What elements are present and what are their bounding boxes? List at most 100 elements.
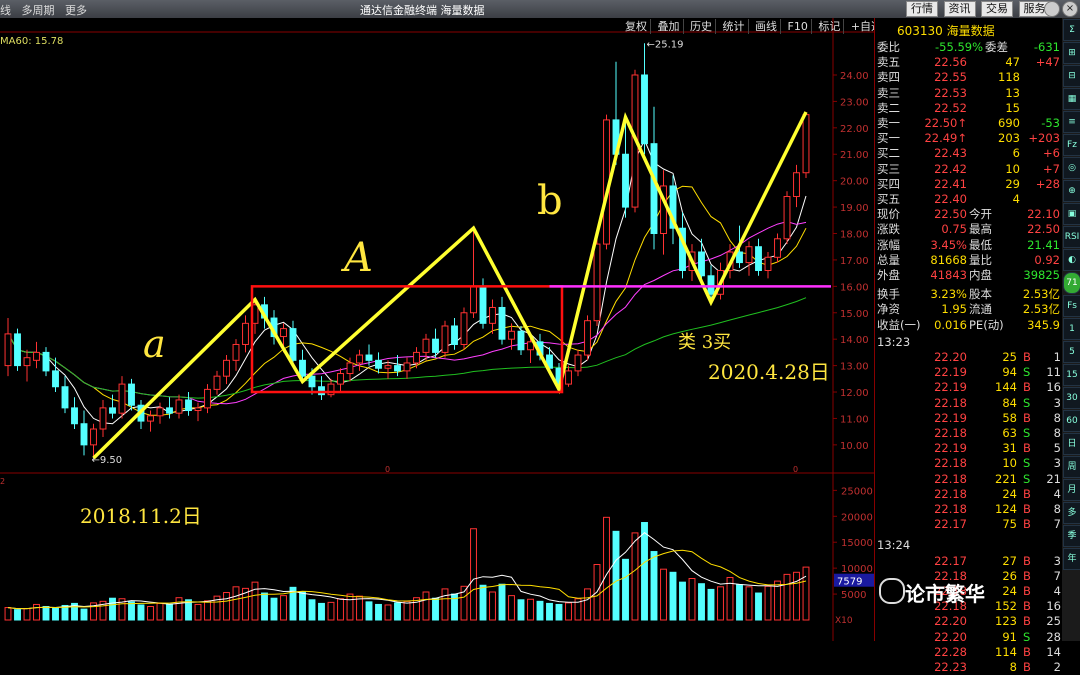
tick-row-cell: 22.19 xyxy=(934,365,967,380)
stat2-row-cell: 收益(一) xyxy=(877,317,921,332)
volume-bar xyxy=(717,586,724,621)
candle-body xyxy=(375,359,382,369)
tick-row-cell: 152 xyxy=(995,599,1017,614)
volume-bar xyxy=(356,595,363,621)
sidebar-tool-8[interactable]: ▣ xyxy=(1063,203,1080,225)
sidebar-tool-11[interactable]: Fs xyxy=(1063,295,1080,317)
volume-bar xyxy=(764,585,772,621)
tick-row-cell: B xyxy=(1023,568,1031,583)
sidebar-tool-15[interactable]: 30 xyxy=(1063,387,1080,409)
annot-date-2020: 2020.4.28日 xyxy=(708,360,830,384)
tick-row-cell: 22.20 xyxy=(934,629,967,644)
stat-row-cell: 39825 xyxy=(1023,268,1060,282)
sidebar-tool-22[interactable]: 年 xyxy=(1063,548,1080,570)
sidebar-tool-14[interactable]: 15 xyxy=(1063,364,1080,386)
vol-tick-label: 20000 xyxy=(841,512,873,523)
ask-row-cell: -53 xyxy=(1041,116,1060,130)
minimize-icon[interactable] xyxy=(1044,1,1060,17)
tick-row-cell: B xyxy=(1023,410,1031,425)
tick-row-cell: 14 xyxy=(1046,644,1061,659)
axis-marker: 2 xyxy=(0,477,5,486)
menu-line[interactable]: 线 xyxy=(0,4,11,17)
tick-row-cell: B xyxy=(1023,350,1031,364)
weibi-row-cell: -55.59% xyxy=(935,40,983,54)
toolbar-f10[interactable]: F10 xyxy=(785,19,812,34)
tick-row: 22.19 144 B 16 xyxy=(875,380,1063,395)
volume-bar xyxy=(33,603,40,621)
tick-row-cell: 22.20 xyxy=(934,350,967,364)
candle-body xyxy=(460,312,468,345)
tick-row-cell: 7 xyxy=(1053,517,1061,532)
volume-bar xyxy=(755,592,762,621)
bid-row-cell: 22.49↑ xyxy=(924,131,967,146)
menu-more[interactable]: 更多 xyxy=(65,4,87,17)
annot-a-small: a xyxy=(143,322,166,366)
sidebar-tool-2[interactable]: ⊟ xyxy=(1063,65,1080,87)
sidebar-tool-9[interactable]: RSI xyxy=(1063,226,1080,248)
sidebar-tool-5[interactable]: Fz xyxy=(1063,134,1080,156)
bid-row-cell: 203 xyxy=(998,131,1020,146)
weibi-row-cell: 委差 xyxy=(985,40,1008,54)
sidebar-tool-12[interactable]: 1 xyxy=(1063,318,1080,340)
toolbar-stats[interactable]: 统计 xyxy=(720,19,749,34)
price-tick-label: 19.00 xyxy=(840,203,869,214)
trade-button[interactable]: 交易 xyxy=(981,1,1013,17)
sidebar-tool-6[interactable]: ◎ xyxy=(1063,157,1080,179)
sidebar-tool-21[interactable]: 季 xyxy=(1063,525,1080,547)
sidebar-tool-3[interactable]: ▦ xyxy=(1063,88,1080,110)
stat-row-cell: 外盘 xyxy=(877,268,900,282)
toolbar-fuquan[interactable]: 复权 xyxy=(622,19,651,34)
sidebar-tool-19[interactable]: 月 xyxy=(1063,479,1080,501)
toolbar-mark[interactable]: 标记 xyxy=(815,19,845,34)
volume-bar xyxy=(270,597,278,621)
tick-row-cell: S xyxy=(1023,456,1031,471)
tick-row-cell: 16 xyxy=(1046,599,1061,614)
ask-row-cell: 47 xyxy=(1005,55,1020,70)
tick-row-cell: B xyxy=(1023,614,1031,629)
stat2-row-cell: 股本 xyxy=(969,287,992,302)
sidebar-tool-7[interactable]: ⊕ xyxy=(1063,180,1080,202)
candle-body xyxy=(498,306,506,340)
tick-row-cell: B xyxy=(1023,644,1031,659)
weibi-row: 委比 -55.59% 委差 -631 xyxy=(875,40,1063,55)
ask-row-cell: 22.53 xyxy=(934,85,967,100)
sidebar-tool-13[interactable]: 5 xyxy=(1063,341,1080,363)
watermark: 论市繁华 xyxy=(905,582,985,606)
sidebar-tool-4[interactable]: ≡ xyxy=(1063,111,1080,133)
candle-body xyxy=(422,338,430,353)
sidebar-tool-0[interactable]: Σ xyxy=(1063,19,1080,41)
quote-button[interactable]: 行情 xyxy=(906,1,938,17)
sidebar-badge[interactable]: 71 xyxy=(1063,272,1080,294)
wechat-icon xyxy=(879,578,905,604)
tick-row-cell: 84 xyxy=(1002,395,1017,410)
bid-row: 买二 22.43 6 +6 xyxy=(875,146,1063,161)
volume-bar xyxy=(774,580,781,621)
stat-row-cell: 22.50 xyxy=(934,207,967,222)
sidebar-tool-18[interactable]: 周 xyxy=(1063,456,1080,478)
toolbar-draw[interactable]: 画线 xyxy=(752,19,781,34)
tick-row: 22.20 25 B 1 xyxy=(875,350,1063,365)
tick-row-cell: 11 xyxy=(1046,365,1061,380)
volume-bar xyxy=(251,581,259,621)
close-icon[interactable]: × xyxy=(1062,1,1078,17)
sidebar-tool-1[interactable]: ⊞ xyxy=(1063,42,1080,64)
sidebar-tool-17[interactable]: 日 xyxy=(1063,433,1080,455)
tick-row-cell: 22.18 xyxy=(934,426,967,440)
toolbar-overlay[interactable]: 叠加 xyxy=(655,19,684,34)
ask-row-cell: 13 xyxy=(1005,85,1020,100)
volume-bar xyxy=(80,608,88,621)
tick-row-cell: 22.17 xyxy=(934,553,967,568)
kline-chart[interactable]: 10.00 11.00 12.00 13.00 14.00 15.00 16.00 17.00… xyxy=(0,18,874,641)
ask-row-cell: 22.56 xyxy=(934,55,967,70)
sidebar-tool-16[interactable]: 60 xyxy=(1063,410,1080,432)
tick-row: 22.18 63 S 8 xyxy=(875,426,1063,441)
volume-bar xyxy=(536,600,544,621)
tick-row-cell: 24 xyxy=(1002,584,1017,598)
menu-multi-period[interactable]: 多周期 xyxy=(22,4,55,17)
sidebar-tool-10[interactable]: ◐ xyxy=(1063,249,1080,271)
candle-body xyxy=(71,407,78,425)
news-button[interactable]: 资讯 xyxy=(943,1,976,17)
volume-bar xyxy=(327,601,335,621)
sidebar-tool-20[interactable]: 多 xyxy=(1063,502,1080,524)
toolbar-history[interactable]: 历史 xyxy=(687,19,716,34)
